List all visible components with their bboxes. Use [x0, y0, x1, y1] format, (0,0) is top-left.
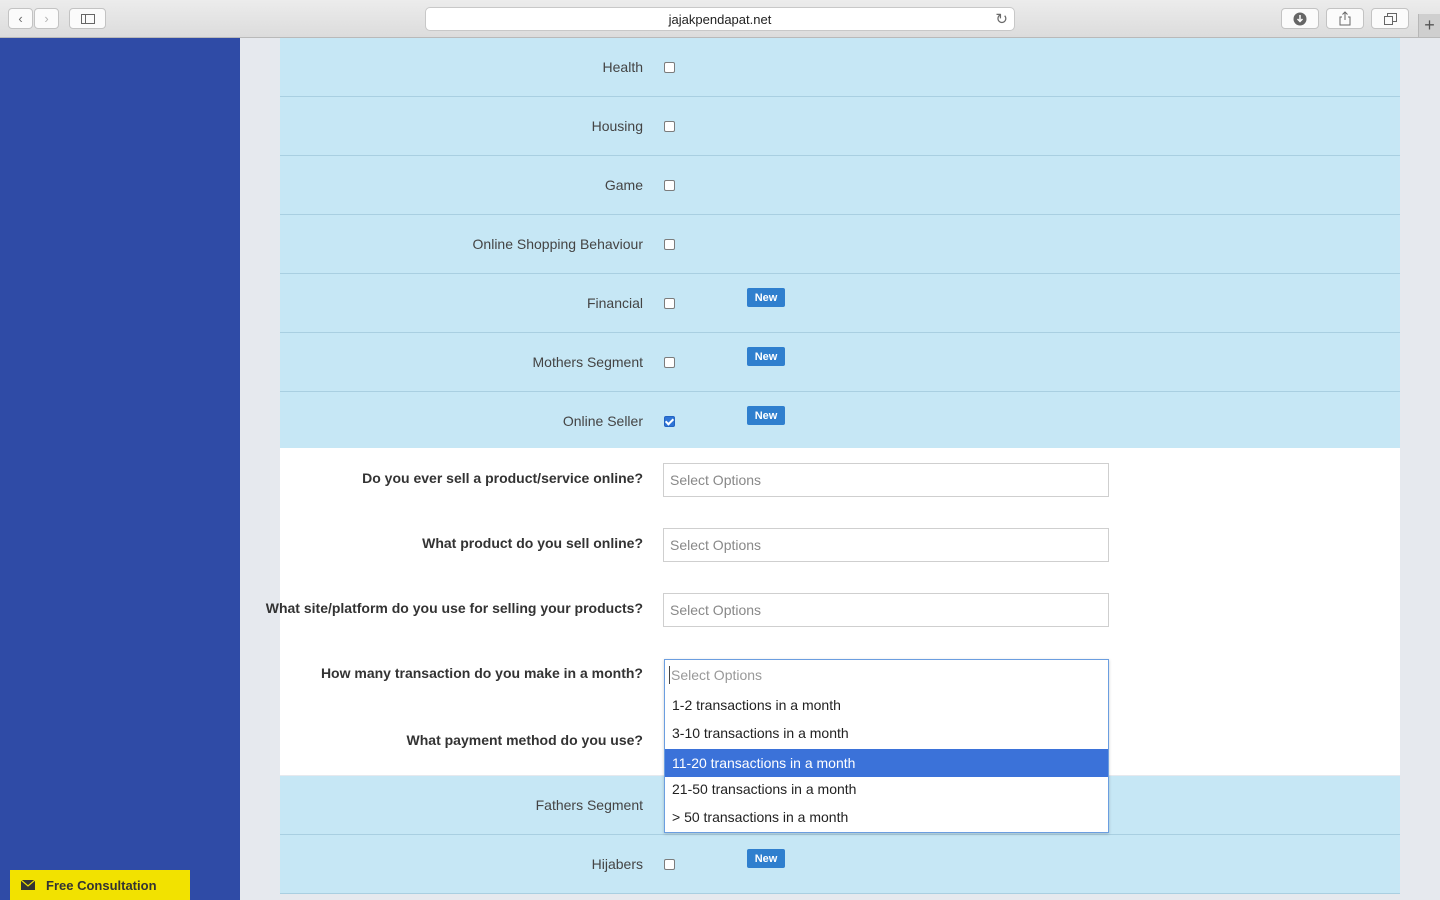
housing-checkbox[interactable]: [664, 121, 675, 132]
hijabers-checkbox[interactable]: [664, 859, 675, 870]
sell-online-select[interactable]: Select Options: [663, 463, 1109, 497]
new-badge: New: [747, 347, 785, 366]
address-bar[interactable]: jajakpendapat.net ↻: [425, 7, 1015, 31]
dropdown-option[interactable]: 3-10 transactions in a month: [665, 719, 1108, 747]
product-select[interactable]: Select Options: [663, 528, 1109, 562]
health-checkbox[interactable]: [664, 62, 675, 73]
financial-checkbox[interactable]: [664, 298, 675, 309]
transactions-dropdown[interactable]: Select Options 1-2 transactions in a mon…: [664, 659, 1109, 833]
dropdown-search-input[interactable]: Select Options: [669, 666, 762, 684]
dropdown-option[interactable]: 1-2 transactions in a month: [665, 691, 1108, 719]
game-checkbox[interactable]: [664, 180, 675, 191]
free-consultation-label: Free Consultation: [46, 877, 157, 893]
category-row-housing: Housing: [280, 97, 1400, 156]
question-label: How many transaction do you make in a mo…: [320, 665, 643, 681]
new-badge: New: [747, 288, 785, 307]
category-row-financial: Financial New: [280, 274, 1400, 333]
new-badge: New: [747, 406, 785, 425]
question-label: What payment method do you use?: [406, 732, 643, 748]
download-icon: [1293, 12, 1307, 25]
forward-button[interactable]: ›: [34, 8, 59, 29]
category-label: Fathers Segment: [535, 797, 643, 813]
question-label: What site/platform do you use for sellin…: [265, 600, 643, 616]
category-label: Online Seller: [562, 413, 643, 429]
dropdown-option[interactable]: > 50 transactions in a month: [665, 803, 1108, 831]
sidebar-icon: [80, 13, 95, 24]
category-label: Game: [604, 177, 643, 193]
tabs-icon: [1383, 12, 1397, 25]
category-row-health: Health: [280, 38, 1400, 97]
new-tab-button[interactable]: +: [1418, 14, 1440, 37]
category-label: Health: [602, 59, 643, 75]
share-button[interactable]: [1326, 8, 1364, 29]
category-label: Financial: [586, 295, 643, 311]
category-row-hijabers: Hijabers New: [280, 835, 1400, 894]
question-label: What product do you sell online?: [422, 535, 643, 551]
category-label: Hijabers: [591, 856, 643, 872]
online-shopping-checkbox[interactable]: [664, 239, 675, 250]
category-label: Online Shopping Behaviour: [472, 236, 643, 252]
sidebar: [0, 38, 240, 900]
plus-icon: +: [1424, 15, 1435, 35]
category-row-mothers: Mothers Segment New: [280, 333, 1400, 392]
online-seller-checkbox[interactable]: [664, 416, 675, 427]
category-row-online-shopping: Online Shopping Behaviour: [280, 215, 1400, 274]
mail-icon: [10, 880, 46, 890]
category-label: Mothers Segment: [532, 354, 644, 370]
new-badge: New: [747, 849, 785, 868]
question-label: Do you ever sell a product/service onlin…: [362, 470, 643, 486]
sidebar-toggle-button[interactable]: [69, 8, 106, 29]
free-consultation-button[interactable]: Free Consultation: [10, 870, 190, 900]
url-text: jajakpendapat.net: [668, 11, 772, 27]
dropdown-option-highlighted[interactable]: 11-20 transactions in a month: [665, 749, 1108, 777]
platform-select[interactable]: Select Options: [663, 593, 1109, 627]
category-label: Housing: [591, 118, 643, 134]
chevron-right-icon: ›: [44, 11, 49, 26]
browser-toolbar: ‹ › jajakpendapat.net ↻ +: [0, 0, 1440, 38]
category-row-online-seller: Online Seller New: [280, 392, 1400, 448]
category-row-game: Game: [280, 156, 1400, 215]
share-icon: [1339, 11, 1351, 26]
tabs-overview-button[interactable]: [1371, 8, 1409, 29]
back-button[interactable]: ‹: [8, 8, 33, 29]
dropdown-option[interactable]: 21-50 transactions in a month: [665, 775, 1108, 803]
reload-icon[interactable]: ↻: [995, 10, 1008, 28]
chevron-left-icon: ‹: [18, 11, 23, 26]
mothers-segment-checkbox[interactable]: [664, 357, 675, 368]
downloads-button[interactable]: [1281, 8, 1319, 29]
